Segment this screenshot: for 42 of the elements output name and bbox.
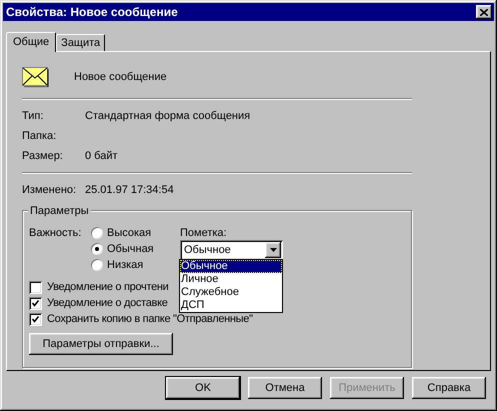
- send-options-button[interactable]: Параметры отправки...: [29, 333, 173, 355]
- field-label: Размер:: [22, 148, 64, 164]
- radio-button[interactable]: [91, 259, 103, 271]
- radio-button[interactable]: [91, 243, 103, 255]
- checkmark-icon: [32, 316, 39, 322]
- flag-dropdown[interactable]: Обычное: [180, 240, 283, 260]
- close-icon: [480, 8, 488, 16]
- close-button[interactable]: [476, 5, 492, 19]
- tab[interactable]: Общие: [6, 32, 56, 52]
- envelope-icon: [22, 67, 49, 87]
- radio-label: Низкая: [107, 258, 144, 273]
- message-subject: Новое сообщение: [74, 70, 167, 85]
- dropdown-button[interactable]: [265, 242, 281, 258]
- radio-button[interactable]: [91, 227, 103, 239]
- checkbox[interactable]: [29, 280, 42, 294]
- group-title: Параметры: [28, 203, 91, 220]
- window-title: Свойства: Новое сообщение: [6, 4, 178, 21]
- checkmark-icon: [32, 300, 39, 306]
- checkbox-label: Уведомление о доставке: [47, 296, 168, 311]
- dialog-button[interactable]: Справка: [412, 377, 486, 399]
- tab[interactable]: Защита: [56, 34, 106, 51]
- checkbox-label: Уведомление о прочтени: [47, 280, 169, 295]
- importance-label: Важность:: [29, 226, 82, 241]
- field-label: Изменено:: [22, 182, 78, 198]
- dropdown-option[interactable]: Обычное: [180, 260, 282, 273]
- checkbox[interactable]: [29, 312, 42, 326]
- field-value: Стандартная форма сообщения: [85, 108, 250, 124]
- dropdown-option[interactable]: Личное: [180, 273, 282, 286]
- checkbox[interactable]: [29, 296, 42, 310]
- dropdown-option[interactable]: Служебное: [180, 286, 282, 299]
- radio-label: Высокая: [107, 226, 152, 241]
- field-value: 25.01.97 17:34:54: [85, 182, 174, 198]
- field-label: Папка:: [22, 128, 58, 144]
- radio-label: Обычная: [107, 242, 154, 257]
- dropdown-option[interactable]: ДСП: [180, 299, 282, 312]
- field-value: 0 байт: [85, 148, 118, 164]
- checkbox-label: Сохранить копию в папке "Отправленные": [47, 312, 253, 327]
- field-label: Тип:: [22, 108, 44, 124]
- dialog-button[interactable]: Отмена: [248, 377, 322, 399]
- flag-label: Пометка:: [180, 226, 228, 240]
- caret-icon: [270, 248, 276, 252]
- dialog-button[interactable]: OK: [166, 377, 240, 399]
